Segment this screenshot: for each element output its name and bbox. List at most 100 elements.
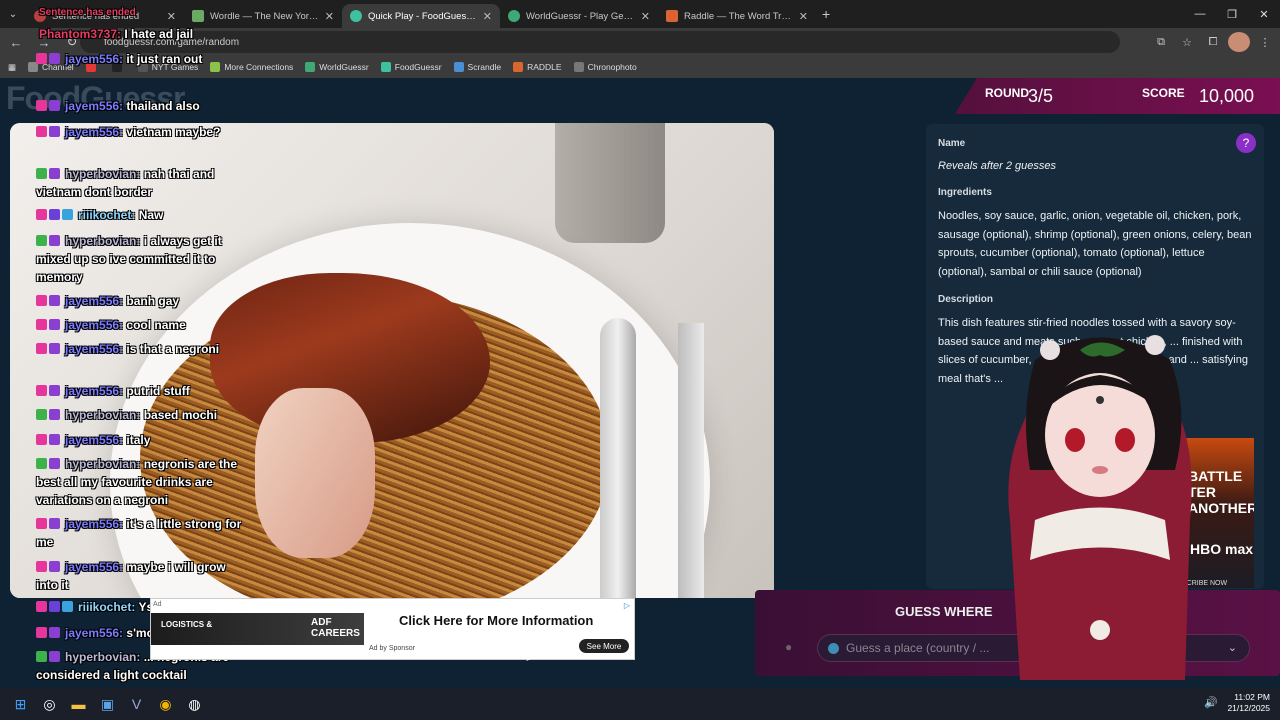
file-explorer-icon[interactable]: ▬ [64, 690, 93, 718]
screen: ⌄ Sentence has ended ✕ Wordle — The New Y… [0, 0, 1280, 720]
chat-message: putrid stuff [126, 384, 190, 398]
bookmark-chronophoto[interactable]: Chronophoto [573, 62, 637, 72]
heart-badge-icon [36, 385, 47, 396]
sub-badge-icon [49, 295, 60, 306]
volume-icon[interactable]: 🔊 [1204, 696, 1218, 709]
bookmark-foodguessr[interactable]: FoodGuessr [380, 62, 442, 72]
obs-icon[interactable]: ◍ [180, 690, 209, 718]
heart-badge-icon [36, 126, 47, 137]
chevron-down-icon[interactable]: ⌄ [1228, 641, 1237, 654]
new-tab-icon[interactable]: + [822, 6, 830, 22]
menu-icon[interactable]: ⋮ [1254, 32, 1276, 52]
ad-headline[interactable]: Click Here for More Information [399, 613, 593, 628]
bookmark-favicon-icon [573, 62, 584, 72]
chat-username: jayem556: [65, 560, 124, 574]
bookmark-star-icon[interactable]: ☆ [1176, 32, 1198, 52]
chat-username: Sentence has ended [39, 7, 136, 18]
extensions-icon[interactable]: ⧠ [1202, 32, 1224, 52]
bookmark-label: Chronophoto [587, 62, 637, 72]
check-badge-icon [36, 409, 47, 420]
photos-icon[interactable]: ▣ [93, 690, 122, 718]
chat-line: jayem556: italy [36, 431, 251, 449]
close-window-icon[interactable]: ✕ [1248, 0, 1280, 28]
toolbar-actions: ⧉ ☆ ⧠ ⋮ [1150, 32, 1276, 52]
see-more-button[interactable]: See More [579, 639, 629, 653]
help-icon[interactable]: ? [1236, 133, 1256, 153]
tab-favicon-icon [350, 10, 362, 22]
gift-badge-icon [62, 209, 73, 220]
score-label: SCORE [1142, 86, 1185, 100]
sub-badge-icon [49, 126, 60, 137]
restore-icon[interactable]: ❐ [1216, 0, 1248, 28]
minimize-icon[interactable]: — [1184, 0, 1216, 28]
chat-line: Sentence has ended [36, 4, 251, 22]
bookmark-scrandle[interactable]: Scrandle [453, 62, 502, 72]
drink-glass [555, 123, 665, 243]
system-clock[interactable]: 11:02 PM 21/12/2025 [1227, 692, 1270, 714]
score-bar: ROUND 3/5 SCORE 10,000 [955, 78, 1280, 114]
chat-username: jayem556: [65, 99, 124, 113]
streamer-avatar [1008, 335, 1192, 680]
heart-badge-icon [36, 209, 47, 220]
heart-badge-icon [36, 518, 47, 529]
sub-badge-icon [49, 385, 60, 396]
chat-line: jayem556: it's a little strong for me [36, 515, 251, 551]
spoon [600, 318, 636, 598]
bookmark-favicon-icon [513, 62, 524, 72]
bottom-ad-banner[interactable]: Ad ▷ LOGISTICS & ADF CAREERS Click Here … [150, 598, 635, 660]
chat-username: jayem556: [65, 342, 124, 356]
windows-taskbar: ⊞ ◎ ▬ ▣ V ◉ ◍ 🔊 11:02 PM 21/12/2025 [0, 688, 1280, 720]
sub-badge-icon [49, 100, 60, 111]
chat-line: jayem556: vietnam maybe? [36, 123, 251, 141]
stream-chat: Sentence has ended Phantom3737: I hate a… [0, 0, 260, 688]
vs-icon[interactable]: V [122, 690, 151, 718]
profile-avatar[interactable] [1228, 32, 1250, 52]
chat-line: hyperbovian: i always get it mixed up so… [36, 232, 251, 286]
chat-username: jayem556: [65, 517, 124, 531]
chat-username: riiikochet: [78, 600, 136, 614]
bookmark-worldguessr[interactable]: WorldGuessr [305, 62, 369, 72]
tab-4[interactable]: Raddle — The Word Transform ✕ [658, 4, 816, 28]
chat-username: jayem556: [65, 125, 124, 139]
chat-line: jayem556: putrid stuff [36, 382, 251, 400]
start-icon[interactable]: ⊞ [6, 690, 35, 718]
chat-message: is that a negroni [126, 342, 220, 356]
chat-message: italy [126, 433, 151, 447]
close-tab-icon[interactable]: ✕ [325, 10, 334, 23]
chat-message: Naw [138, 208, 164, 222]
tab-favicon-icon [508, 10, 520, 22]
ad-choices-icon[interactable]: ▷ [624, 601, 630, 610]
tab-3[interactable]: WorldGuessr - Play Geoguessr ✕ [500, 4, 658, 28]
tab-2-active[interactable]: Quick Play - FoodGuessr | Food ✕ [342, 4, 500, 28]
star-badge-icon [49, 209, 60, 220]
chrome-icon[interactable]: ◉ [151, 690, 180, 718]
sub-badge-icon [49, 561, 60, 572]
browser-taskbar-icon[interactable]: ◎ [35, 690, 64, 718]
bookmark-raddle[interactable]: RADDLE [513, 62, 562, 72]
guess-placeholder: Guess a place (country / ... [846, 641, 990, 655]
check-badge-icon [36, 651, 47, 662]
bookmark-label: WorldGuessr [319, 62, 369, 72]
heart-badge-icon [36, 100, 47, 111]
chat-username: jayem556: [65, 52, 124, 66]
bookmark-label: RADDLE [527, 62, 562, 72]
check-badge-icon [36, 458, 47, 469]
chat-line: jayem556: banh gay [36, 292, 251, 310]
close-tab-icon[interactable]: ✕ [799, 10, 808, 23]
close-tab-icon[interactable]: ✕ [641, 10, 650, 23]
chat-username: jayem556: [65, 626, 124, 640]
bookmark-label: FoodGuessr [394, 62, 442, 72]
chat-message: banh gay [126, 294, 180, 308]
chat-username: hyperbovian: [65, 234, 141, 248]
clock-time: 11:02 PM [1234, 692, 1270, 702]
chat-username: Phantom3737: [39, 27, 122, 41]
install-icon[interactable]: ⧉ [1150, 32, 1172, 52]
chat-username: riiikochet: [78, 208, 136, 222]
chat-line: Phantom3737: I hate ad jail [36, 25, 251, 43]
close-tab-icon[interactable]: ✕ [483, 10, 492, 23]
chat-line: hyperbovian: based mochi [36, 406, 251, 424]
ad-image: LOGISTICS & ADF CAREERS [151, 613, 364, 645]
tab-title: Quick Play - FoodGuessr | Food [368, 10, 479, 22]
bookmark-label: Scrandle [467, 62, 502, 72]
chat-username: hyperbovian: [65, 167, 141, 181]
